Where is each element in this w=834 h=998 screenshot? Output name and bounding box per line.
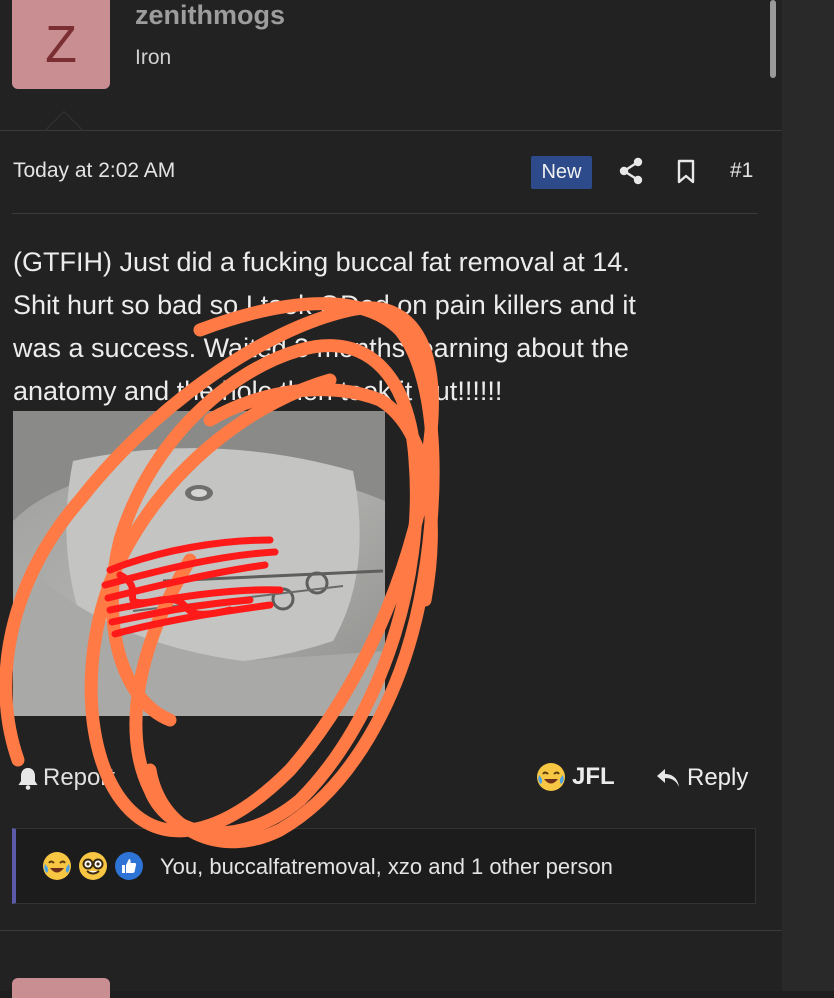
- reaction-summary[interactable]: You, buccalfatremoval, xzo and 1 other p…: [160, 854, 613, 880]
- new-badge: New: [531, 156, 592, 189]
- post-number-link[interactable]: #1: [730, 159, 753, 183]
- scrollbar-thumb[interactable]: [770, 0, 776, 78]
- bookmark-icon[interactable]: [676, 159, 696, 184]
- jfl-reaction-button[interactable]: JFL: [536, 762, 615, 792]
- next-post-avatar[interactable]: [12, 978, 110, 998]
- post-timestamp[interactable]: Today at 2:02 AM: [13, 159, 175, 183]
- reactions-bar[interactable]: You, buccalfatremoval, xzo and 1 other p…: [12, 828, 756, 904]
- post-body-line: Shit hurt so bad so I took ODed on pain …: [13, 290, 636, 320]
- reply-label: Reply: [687, 764, 749, 791]
- tears-of-joy-icon: [43, 852, 71, 880]
- post-body-line: anatomy and the hole then took it out!!!…: [13, 376, 503, 406]
- jfl-label: JFL: [572, 763, 615, 790]
- username-link[interactable]: zenithmogs: [135, 0, 285, 31]
- post-body-line: was a success. Waited 3 months learning …: [13, 333, 629, 363]
- tears-of-joy-icon: [537, 763, 565, 791]
- avatar[interactable]: Z: [12, 0, 110, 89]
- page-gutter: [782, 0, 834, 991]
- reply-icon: [657, 769, 679, 787]
- avatar-letter: Z: [45, 15, 77, 74]
- reaction-icons: [42, 851, 144, 881]
- meta-divider: [12, 213, 758, 214]
- post-image[interactable]: [13, 411, 385, 716]
- reply-button[interactable]: Reply: [655, 764, 748, 792]
- post-divider: [0, 930, 782, 931]
- like-icon: [115, 852, 143, 880]
- report-label: Report: [43, 764, 116, 791]
- report-link[interactable]: Report: [17, 764, 115, 792]
- post-body: (GTFIH) Just did a fucking buccal fat re…: [13, 241, 753, 413]
- share-icon[interactable]: [618, 157, 644, 185]
- header-divider: [0, 130, 782, 131]
- message-arrow: [44, 111, 84, 131]
- nerd-face-icon: [79, 852, 107, 880]
- thread-page: Z zenithmogs Iron Today at 2:02 AM New #…: [0, 0, 782, 998]
- bell-icon: [18, 768, 38, 790]
- post-body-line: (GTFIH) Just did a fucking buccal fat re…: [13, 247, 630, 277]
- user-title: Iron: [135, 46, 172, 69]
